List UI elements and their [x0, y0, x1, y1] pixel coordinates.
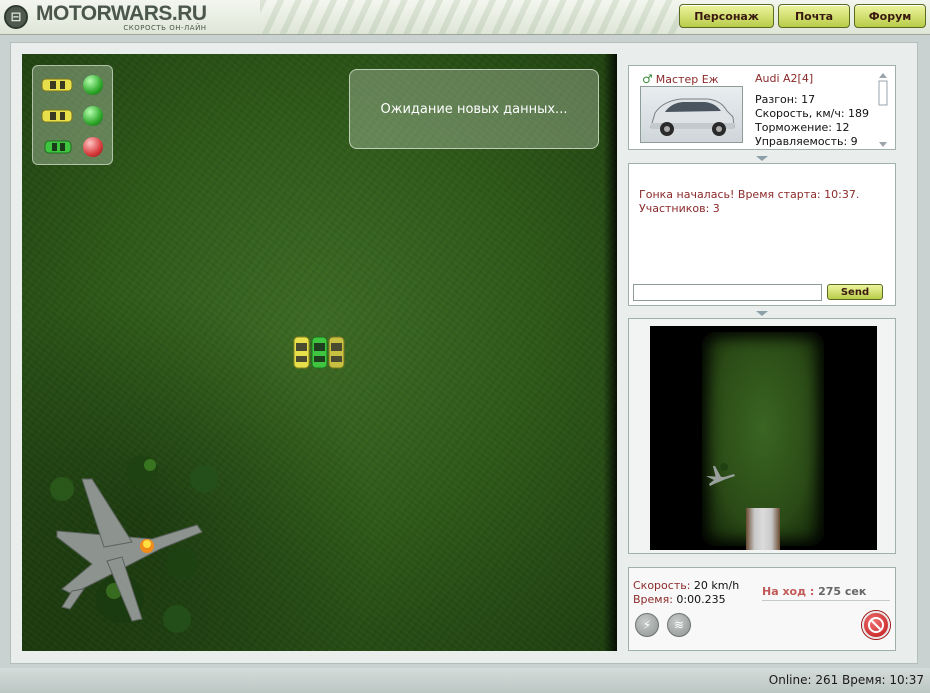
turn-timer: На ход : 275 сек	[762, 585, 890, 601]
car-info-panel: ♂ Мастер Еж Audi A2[4] Разгон: 17 Скорос…	[628, 65, 896, 150]
waiting-message: Ожидание новых данных...	[349, 69, 599, 149]
header-decoration	[260, 0, 680, 34]
time-value: 0:00.235	[676, 593, 726, 606]
minimap-panel	[628, 318, 896, 554]
crashed-airplane	[50, 455, 218, 633]
player-car-green	[311, 336, 328, 369]
top-bar: ⊟ MOTORWARS.RU СКОРОСТЬ ОН-ЛАЙН Персонаж…	[0, 0, 930, 35]
online-status: Online: 261 Время: 10:37	[768, 673, 924, 687]
player-status-row	[33, 103, 112, 129]
chat-message: Гонка началась! Время старта: 10:37.	[639, 188, 860, 201]
stop-button[interactable]	[862, 611, 890, 639]
car-name[interactable]: Audi A2[4]	[755, 72, 813, 85]
car-icon	[41, 78, 73, 92]
speed-readout: Скорость: 20 km/h	[633, 579, 740, 592]
car-info-scrollbar[interactable]	[878, 72, 888, 148]
logo[interactable]: ⊟ MOTORWARS.RU СКОРОСТЬ ОН-ЛАЙН	[4, 3, 207, 31]
car-icon	[44, 140, 72, 154]
stat-acceleration: Разгон: 17	[755, 93, 816, 106]
stat-braking: Торможение: 12	[755, 121, 850, 134]
no-entry-icon	[868, 617, 884, 633]
forum-button[interactable]: Форум	[854, 4, 926, 28]
chat-panel: Гонка началась! Время старта: 10:37. Уча…	[628, 163, 896, 306]
minimap[interactable]	[650, 326, 877, 550]
time-readout: Время: 0:00.235	[633, 593, 726, 606]
car-icon	[41, 109, 73, 123]
character-button[interactable]: Персонаж	[679, 4, 774, 28]
mail-button[interactable]: Почта	[778, 4, 850, 28]
status-light-green-icon	[83, 75, 103, 95]
speed-value: 20 km/h	[693, 579, 740, 592]
logo-title: MOTORWARS.RU	[36, 1, 207, 25]
nitro-button[interactable]: ⚡	[635, 613, 659, 637]
collapse-arrow-icon[interactable]	[756, 156, 768, 161]
car-image	[640, 86, 743, 143]
send-button[interactable]: Send	[827, 284, 883, 300]
minimap-start-zone	[746, 508, 780, 550]
lightning-icon: ⚡	[642, 618, 652, 632]
game-field[interactable]: Ожидание новых данных...	[22, 54, 617, 651]
status-bar: Online: 261 Время: 10:37	[0, 668, 930, 693]
wave-button[interactable]: ≋	[667, 613, 691, 637]
status-light-green-icon	[83, 106, 103, 126]
stat-handling: Управляемость: 9	[755, 135, 858, 148]
players-status-panel	[32, 65, 113, 165]
player-status-row	[33, 72, 112, 98]
chat-input[interactable]	[633, 284, 822, 301]
male-icon: ♂	[642, 72, 653, 86]
speed-panel: Скорость: 20 km/h Время: 0:00.235 На ход…	[628, 567, 896, 651]
player-car-olive	[328, 336, 345, 369]
wave-icon: ≋	[673, 618, 685, 632]
minimap-plane-icon	[706, 463, 735, 486]
player-status-row	[33, 134, 112, 160]
race-cars	[293, 336, 345, 369]
driver-name[interactable]: ♂ Мастер Еж	[642, 72, 719, 86]
top-nav: Персонаж Почта Форум	[679, 4, 926, 28]
logo-subtitle: СКОРОСТЬ ОН-ЛАЙН	[123, 23, 207, 32]
status-light-red-icon	[83, 137, 103, 157]
chat-message: Участников: 3	[639, 202, 720, 215]
collapse-arrow-icon[interactable]	[756, 311, 768, 316]
player-car-yellow	[293, 336, 310, 369]
stat-speed: Скорость, км/ч: 189	[755, 107, 870, 120]
turn-seconds: 275 сек	[818, 585, 867, 598]
logo-icon: ⊟	[4, 5, 28, 29]
